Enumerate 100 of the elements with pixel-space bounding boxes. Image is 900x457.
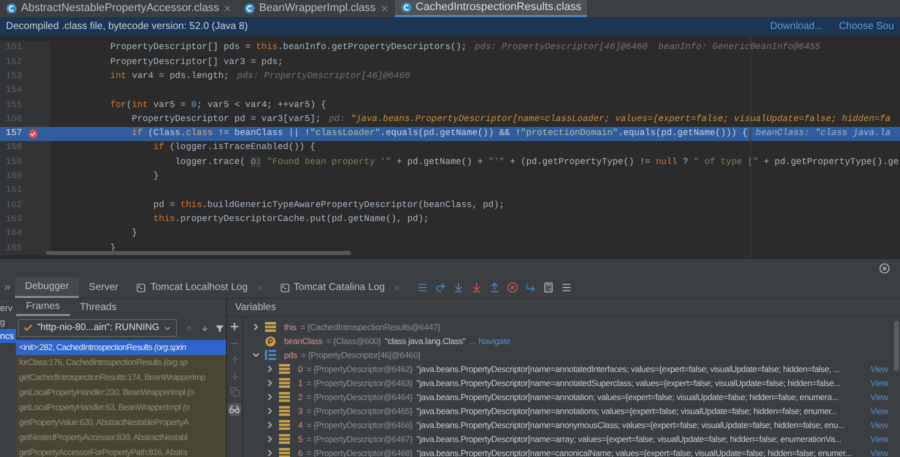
view-link[interactable]: View — [870, 432, 892, 446]
glasses-icon[interactable] — [229, 404, 240, 415]
scrollbar-thumb[interactable] — [894, 321, 898, 371]
stack-frame[interactable]: getNestedPropertyAccessor:839, AbstractNestabl — [16, 430, 226, 445]
field-icon — [279, 420, 290, 430]
scrollbar-thumb[interactable] — [46, 251, 351, 255]
thread-dropdown[interactable]: "http-nio-80...ain": RUNNING — [18, 319, 178, 337]
step-into-icon[interactable] — [452, 282, 464, 293]
debug-tab[interactable]: Tomcat Localhost Log — [128, 277, 272, 298]
class-file-icon — [6, 3, 17, 14]
variable-value: "java.beans.PropertyDescriptor[name=annotation; values={expert=false; visualUpdate=false; hidden=false; enumera... — [416, 390, 838, 404]
close-icon[interactable] — [879, 262, 890, 274]
variable-reference: = {PropertyDescriptor@6465} — [306, 404, 413, 418]
variable-name: this — [284, 320, 296, 334]
variable-value: "java.beans.PropertyDescriptor[name=anonymousClass; values={expert=false; visualUpdate=false; hidden=false; enu... — [416, 418, 844, 432]
frames-tab[interactable]: Threads — [70, 299, 127, 316]
tab-label: Tomcat Catalina Log — [294, 281, 385, 295]
variable-name: 0 — [298, 362, 303, 376]
stack-frame[interactable]: forClass:176, CachedIntrospectionResults (org.sp — [16, 355, 226, 370]
debug-hint: pds: PropertyDescriptor[46]@6460 — [237, 70, 410, 83]
info-message: Decompiled .class file, bytecode version: 52.0 (Java 8) — [6, 20, 248, 34]
console-icon — [280, 282, 290, 292]
debug-tab[interactable]: Server — [78, 277, 128, 298]
variable-name: 3 — [298, 404, 303, 418]
view-link[interactable]: ... Navigate — [470, 334, 514, 348]
variable-reference: = {PropertyDescriptor@6463} — [306, 376, 413, 390]
run-to-cursor-icon[interactable] — [524, 282, 536, 293]
force-step-into-icon[interactable] — [470, 282, 482, 293]
field-icon — [279, 406, 290, 416]
variable-name: pds — [284, 348, 298, 362]
variable-value: "java.beans.PropertyDescriptor[name=annotations; values={expert=false; visualUpdate=false; hidden=false; enumer... — [416, 404, 838, 418]
code-text: for(int var5 = 0; var5 < var4; ++var5) { — [109, 98, 326, 112]
code-text: PropertyDescriptor[] var3 = pds; — [109, 56, 284, 69]
variable-reference: = {PropertyDescriptor[46]@6460} — [301, 348, 420, 362]
variable-value: "java.beans.PropertyDescriptor[name=annotatedInterfaces; values={expert=false; visualUpdate=false; hidden=false; ... — [416, 362, 840, 376]
variable-reference: = {PropertyDescriptor@6464} — [306, 390, 413, 404]
variable-name: 4 — [298, 418, 303, 432]
stack-frame[interactable]: getPropertyAccessorForPropertyPath:816, Abstra — [16, 445, 226, 457]
stack-frame[interactable]: getPropertyValue:620, AbstractNestablePropertyA — [16, 415, 226, 430]
editor-tab[interactable]: CachedIntrospectionResults.class — [394, 0, 588, 17]
code-text: this.propertyDescriptorCache.put(pd.getName(), pd); — [152, 212, 429, 226]
tab-label: AbstractNestablePropertyAccessor.class — [21, 1, 220, 16]
up-arrow-icon[interactable] — [230, 355, 240, 365]
view-link[interactable]: View — [870, 362, 892, 376]
class-file-icon — [400, 2, 412, 13]
editor-tab[interactable]: BeanWrapperImpl.class — [238, 0, 395, 17]
info-link[interactable]: Download... — [770, 18, 823, 34]
code-text: } — [130, 227, 138, 240]
variable-value: "class java.lang.Class" — [384, 334, 466, 348]
variable-name: 5 — [298, 432, 303, 446]
tab-label: CachedIntrospectionResults.class — [416, 0, 582, 16]
breakpoint-icon[interactable] — [28, 128, 38, 139]
variable-name: 6 — [298, 446, 303, 457]
filter-icon[interactable] — [216, 322, 224, 334]
code-text: PropertyDescriptor[] pds = this.beanInfo.getPropertyDescriptors(); — [109, 41, 467, 54]
code-text: int var4 = pds.length; — [109, 70, 230, 83]
view-link[interactable]: View — [870, 404, 892, 418]
view-link[interactable]: View — [870, 446, 892, 457]
code-text: if (Class.class != beanClass || !"classLoader".equals(pd.getName()) && !"protectionDomain".equals(pd.getName())) { — [130, 127, 748, 140]
side-panel-item[interactable]: g — [0, 315, 16, 329]
editor-tab[interactable]: AbstractNestablePropertyAccessor.class — [0, 0, 238, 17]
variable-value: "java.beans.PropertyDescriptor[name=annotatedSuperclass; values={expert=false; visualUpdate=false; hidden=false... — [416, 376, 840, 390]
step-over-icon[interactable] — [434, 282, 446, 293]
side-panel-item[interactable]: erv — [0, 301, 16, 315]
stack-frame[interactable]: getCachedIntrospectionResults:174, BeanWrapperImp — [16, 370, 226, 385]
view-link[interactable]: View — [870, 390, 892, 404]
tab-label: Debugger — [25, 280, 69, 294]
array-icon — [265, 350, 276, 360]
tab-label: Server — [88, 281, 118, 295]
more-tabs-icon[interactable] — [3, 283, 12, 292]
copy-icon[interactable] — [230, 387, 240, 397]
code-text: if (logger.isTraceEnabled()) { — [152, 141, 316, 154]
frames-icon[interactable] — [416, 282, 428, 293]
class-file-icon — [244, 3, 256, 14]
view-link[interactable]: View — [870, 418, 892, 432]
variable-reference: = {CachedIntrospectionResults@6447} — [300, 320, 440, 334]
debug-hint: pd: "java.beans.PropertyDescriptor[name=classLoader; values={expert=false; visualUpdate=false; hidden=fa — [328, 112, 891, 126]
stack-frame[interactable]: getLocalPropertyHandler:63, BeanWrapperImpl (o — [16, 400, 226, 415]
step-out-icon[interactable] — [488, 282, 500, 293]
close-icon[interactable] — [380, 4, 389, 13]
tab-label: BeanWrapperImpl.class — [259, 1, 376, 16]
field-icon — [265, 322, 276, 332]
debug-tab[interactable]: Debugger — [15, 277, 79, 298]
side-panel-item[interactable]: ncs — [0, 329, 16, 343]
debug-tab[interactable]: Tomcat Catalina Log — [272, 277, 409, 298]
view-link[interactable]: View — [870, 376, 892, 390]
code-text: PropertyDescriptor pd = var3[var5]; — [130, 112, 321, 126]
code-text: } — [152, 170, 159, 184]
variable-reference: = {PropertyDescriptor@6466} — [306, 418, 413, 432]
stack-frame[interactable]: <init>:282, CachedIntrospectionResults (org.sprin — [16, 340, 226, 355]
close-icon[interactable] — [223, 4, 232, 13]
add-icon[interactable] — [229, 321, 240, 332]
stack-frame[interactable]: getLocalPropertyHandler:230, BeanWrapperImpl (o — [16, 385, 226, 400]
drop-frame-icon[interactable] — [506, 282, 518, 293]
frames-tab[interactable]: Frames — [16, 299, 70, 316]
field-icon — [279, 448, 290, 457]
line-number: 157 — [4, 127, 22, 140]
info-link[interactable]: Choose Sou — [838, 18, 894, 34]
code-text: pd = this.buildGenericTypeAwarePropertyDescriptor(beanClass, pd); — [152, 198, 504, 212]
evaluate-icon[interactable] — [542, 282, 554, 293]
